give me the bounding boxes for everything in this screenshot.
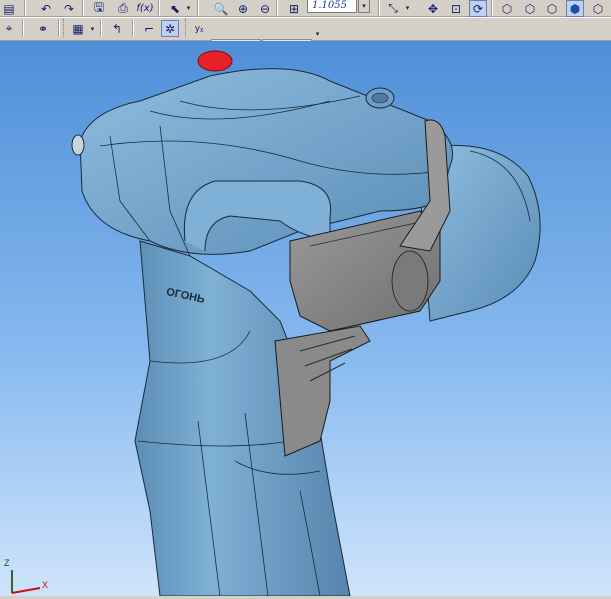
toolbar-separator	[58, 20, 60, 36]
grid-dropdown[interactable]: ▾	[89, 21, 96, 36]
fx-icon[interactable]: f(x)	[136, 0, 154, 17]
toolbar-grip[interactable]	[185, 19, 189, 37]
zoom-out-icon[interactable]: ⊖	[256, 0, 274, 17]
joystick-model	[71, 50, 541, 596]
grid-icon[interactable]: ▦	[69, 20, 87, 37]
axis-triad: Z X	[2, 558, 52, 596]
undo-icon[interactable]: ↶	[37, 0, 55, 17]
zoom-window-icon[interactable]: ⊕	[234, 0, 252, 17]
toolbar-grip[interactable]	[63, 19, 67, 37]
toolbar-separator	[158, 0, 160, 16]
pan-dropdown[interactable]: ▾	[404, 0, 411, 15]
print-icon[interactable]: ⎙	[114, 0, 132, 17]
list-icon[interactable]: ▤	[0, 0, 18, 17]
toolbar-separator	[100, 20, 102, 36]
zoom-fit-icon[interactable]: ⊞	[285, 0, 303, 17]
redo-icon[interactable]: ↷	[60, 0, 78, 17]
coordinate-y-icon: yᵪ	[194, 23, 204, 34]
main-toolbar: ▤ ↶ ↷ 🖫 ⎙ f(x) ⬉ ▾ 🔍 ⊕ ⊖ ⊞ 1.1055 ▾ ⤡ ▾ …	[0, 0, 611, 17]
zoom-in-icon[interactable]: 🔍	[212, 0, 230, 17]
save-icon[interactable]: 🖫	[90, 0, 108, 17]
select-arrow-icon[interactable]: ⬉	[166, 0, 184, 17]
axis-origin-icon[interactable]: ↰	[108, 20, 126, 37]
snap-icon[interactable]: ⌖	[0, 20, 18, 37]
move-icon[interactable]: ✥	[424, 0, 442, 17]
link-icon[interactable]: ⚭	[34, 20, 52, 37]
red-button	[197, 50, 233, 72]
coordinates-dropdown[interactable]: ▾	[314, 26, 321, 41]
trigger	[274, 325, 371, 457]
toolbar-separator	[197, 0, 199, 16]
snap-toolbar: ⌖ ⚭ ▦ ▾ ↰ ⌐ ✲ yᵪ ▾	[0, 17, 611, 56]
view-cube-thin-icon[interactable]: ⬡	[543, 0, 561, 17]
model-viewport[interactable]: ОГОНЬ	[0, 41, 611, 596]
toolbar-separator	[378, 0, 380, 16]
view-cube-edges-icon[interactable]: ⬡	[589, 0, 607, 17]
corner-icon[interactable]: ⌐	[140, 20, 158, 37]
toolbar-separator	[24, 0, 26, 16]
view-cube-wire-icon[interactable]: ⬡	[498, 0, 516, 17]
snap-star-icon[interactable]: ✲	[161, 20, 179, 37]
toolbar-separator	[82, 0, 84, 16]
x-axis-label: X	[42, 580, 49, 590]
toolbar-separator	[132, 20, 134, 36]
pan-icon[interactable]: ⤡	[384, 0, 402, 17]
zoom-scale-dropdown[interactable]: ▾	[358, 0, 370, 13]
rotate-icon[interactable]: ⟳	[469, 0, 487, 17]
side-knob	[71, 134, 85, 156]
view-cube-shaded-icon[interactable]: ⬢	[566, 0, 584, 17]
select-dropdown[interactable]: ▾	[185, 0, 192, 15]
toolbar-separator	[22, 20, 24, 36]
view-cube-hidden-icon[interactable]: ⬡	[521, 0, 539, 17]
zoom-box-icon[interactable]: ⊡	[447, 0, 465, 17]
z-axis-label: Z	[4, 558, 10, 568]
zoom-scale-input[interactable]: 1.1055	[307, 0, 357, 13]
toolbar-separator	[491, 0, 493, 16]
toolbar-separator	[276, 0, 278, 16]
